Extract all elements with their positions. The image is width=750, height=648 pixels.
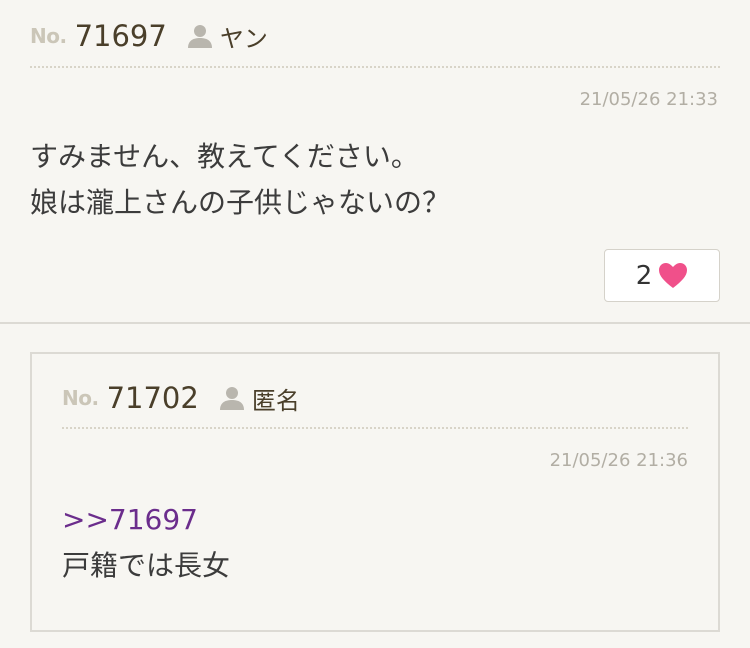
reply-anchor-link[interactable]: >>71697	[62, 497, 230, 543]
post-body: すみません、教えてください。 娘は瀧上さんの子供じゃないの？	[30, 134, 450, 226]
reply-body: >>71697 戸籍では長女	[62, 497, 230, 589]
reply-body-line: 戸籍では長女	[62, 549, 231, 582]
heart-icon	[658, 262, 688, 289]
post-header: No. 71697 ヤン	[30, 16, 268, 56]
reply-header: No. 71702 匿名	[62, 378, 300, 418]
reply-number[interactable]: 71702	[107, 381, 199, 415]
reply-number-label: No.	[62, 386, 99, 410]
post-date: 21/05/26 21:33	[579, 89, 718, 110]
reply-header-divider	[62, 427, 688, 429]
post-body-line: すみません、教えてください。	[30, 140, 419, 173]
post-number-label: No.	[30, 24, 67, 48]
user-name: ヤン	[219, 24, 268, 53]
post-71697: No. 71697 ヤン 21/05/26 21:33 すみません、教えてくださ…	[0, 0, 750, 324]
post-number[interactable]: 71697	[75, 19, 167, 53]
reply-date: 21/05/26 21:36	[549, 450, 688, 471]
reply-user-name: 匿名	[251, 386, 300, 415]
user-icon	[219, 385, 245, 411]
like-count: 2	[635, 260, 653, 291]
header-divider	[30, 66, 720, 68]
like-button[interactable]: 2	[604, 249, 720, 302]
post-body-line: 娘は瀧上さんの子供じゃないの？	[30, 186, 451, 219]
user-icon	[187, 23, 213, 49]
reply-71702: No. 71702 匿名 21/05/26 21:36 >>71697 戸籍では…	[30, 352, 720, 632]
